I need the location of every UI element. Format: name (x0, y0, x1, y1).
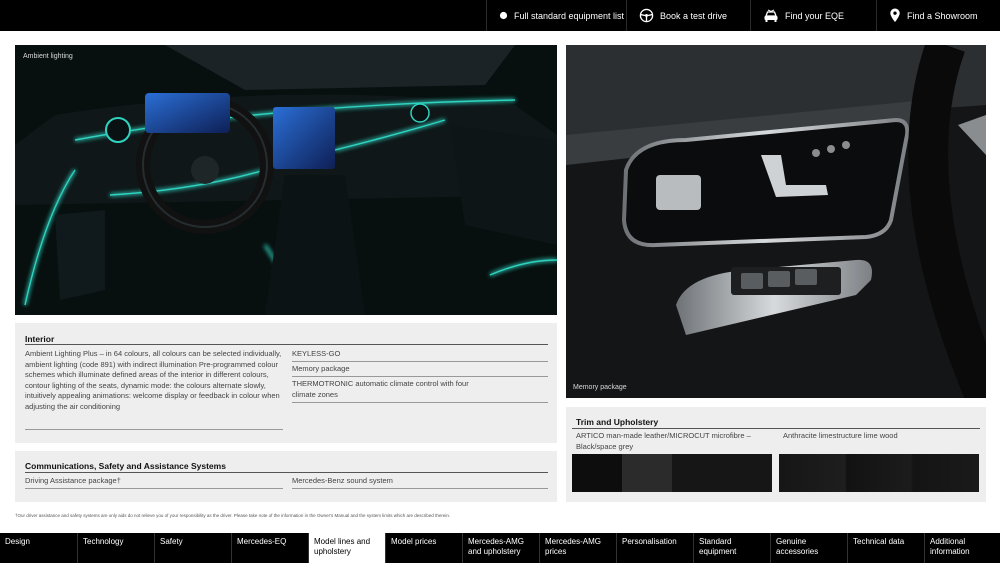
ambient-lighting-caption: Ambient lighting (23, 53, 73, 60)
find-your-eqe-label: Find your EQE (785, 10, 845, 21)
ambient-lighting-description: Ambient Lighting Plus – in 64 colours, a… (25, 349, 282, 411)
nav-model-prices[interactable]: Model prices (385, 533, 462, 563)
steering-wheel-icon (639, 8, 654, 23)
nav-model-lines-upholstery[interactable]: Model lines and upholstery (308, 533, 385, 563)
cell-divider (292, 376, 548, 377)
standard-equipment-link[interactable]: Full standard equipment list (486, 0, 626, 31)
nav-standard-equipment[interactable]: Standard equipment (693, 533, 770, 563)
communications-title: Communications, Safety and Assistance Sy… (25, 461, 226, 471)
comms-item-sound-system: Mercedes-Benz sound system (292, 476, 393, 485)
trim-item-lime-wood: Anthracite limestructure lime wood (783, 431, 898, 440)
trim-title-rule (572, 428, 980, 429)
trim-title: Trim and Upholstery (576, 417, 659, 427)
trim-item-artico: ARTICO man-made leather/MICROCUT microfi… (576, 431, 751, 451)
book-test-drive-link[interactable]: Book a test drive (626, 0, 750, 31)
book-test-drive-label: Book a test drive (660, 10, 728, 21)
cell-divider (25, 488, 283, 489)
cell-divider (25, 429, 283, 430)
interior-illustration (15, 45, 557, 315)
nav-amg-upholstery[interactable]: Mercedes-AMG and upholstery (462, 533, 539, 563)
cell-divider (292, 361, 548, 362)
comms-item-driving-assistance: Driving Assistance package† (25, 476, 121, 485)
ambient-lighting-image: Ambient lighting (15, 45, 557, 315)
nav-mercedes-eq[interactable]: Mercedes-EQ (231, 533, 308, 563)
door-illustration (566, 45, 986, 398)
interior-item-thermotronic: THERMOTRONIC automatic climate control w… (292, 379, 469, 399)
dot-icon (499, 11, 508, 20)
nav-genuine-accessories[interactable]: Genuine accessories (770, 533, 847, 563)
standard-equipment-label: Full standard equipment list (514, 10, 625, 21)
nav-design[interactable]: Design (0, 533, 77, 563)
nav-personalisation[interactable]: Personalisation (616, 533, 693, 563)
nav-amg-prices[interactable]: Mercedes-AMG prices (539, 533, 616, 563)
nav-additional-information[interactable]: Additional information (924, 533, 1000, 563)
bottom-navigation: Design Technology Safety Mercedes-EQ Mod… (0, 533, 1000, 563)
safety-disclaimer: †Our driver assistance and safety system… (15, 513, 451, 518)
communications-panel: Communications, Safety and Assistance Sy… (15, 451, 557, 502)
nav-technology[interactable]: Technology (77, 533, 154, 563)
memory-package-caption: Memory package (573, 384, 627, 391)
artico-upholstery-swatch (572, 454, 772, 492)
interior-title-rule (25, 344, 548, 345)
interior-item-memory-package: Memory package (292, 364, 350, 373)
find-your-eqe-link[interactable]: Find your EQE (750, 0, 876, 31)
lime-wood-trim-swatch (779, 454, 979, 492)
cell-divider (292, 488, 548, 489)
trim-upholstery-panel: Trim and Upholstery ARTICO man-made leat… (566, 407, 986, 502)
interior-item-keyless-go: KEYLESS-GO (292, 349, 341, 358)
communications-title-rule (25, 472, 548, 473)
interior-title: Interior (25, 334, 55, 344)
find-showroom-link[interactable]: Find a Showroom (876, 0, 1000, 31)
location-pin-icon (890, 8, 900, 23)
car-icon (764, 9, 778, 22)
memory-package-image: Memory package (566, 45, 986, 398)
find-showroom-label: Find a Showroom (907, 10, 978, 21)
nav-technical-data[interactable]: Technical data (847, 533, 924, 563)
cell-divider (292, 402, 548, 403)
top-bar: Full standard equipment list Book a test… (0, 0, 1000, 31)
nav-safety[interactable]: Safety (154, 533, 231, 563)
interior-panel: Interior Ambient Lighting Plus – in 64 c… (15, 323, 557, 443)
